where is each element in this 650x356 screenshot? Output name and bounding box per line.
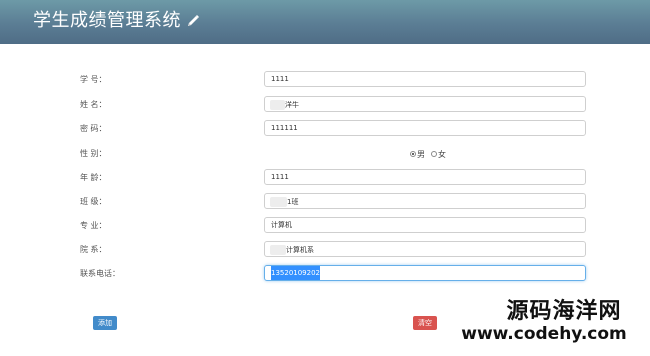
age-input[interactable] (264, 169, 586, 185)
age-label: 年 龄： (80, 173, 107, 182)
phone-label: 联系电话： (80, 269, 120, 278)
row-class: 班 级： 1班 (0, 193, 650, 211)
class-label: 班 级： (80, 197, 107, 206)
gender-label: 性 别： (80, 149, 107, 158)
student-id-label: 学 号： (80, 75, 107, 84)
gender-male-label: 男 (417, 149, 425, 159)
class-input[interactable]: 1班 (264, 193, 586, 209)
row-name: 姓 名： 洋牛 (0, 96, 650, 114)
row-department: 院 系： 计算机系 (0, 241, 650, 259)
major-label: 专 业： (80, 221, 107, 230)
name-input[interactable]: 洋牛 (264, 96, 586, 112)
row-student-id: 学 号： (0, 71, 650, 89)
name-label: 姓 名： (80, 100, 107, 109)
gender-female-label: 女 (438, 149, 446, 159)
row-age: 年 龄： (0, 169, 650, 187)
redacted-mark (270, 245, 286, 255)
watermark-url: www.codehy.com (461, 324, 627, 344)
radio-checked-icon (410, 151, 416, 157)
gender-radio-group: 男 女 (410, 145, 446, 163)
watermark-title: 源码海洋网 (506, 299, 622, 324)
row-password: 密 码： (0, 120, 650, 138)
add-button[interactable]: 添加 (93, 316, 117, 330)
redacted-mark (270, 197, 287, 207)
phone-input[interactable] (264, 265, 586, 281)
radio-unchecked-icon (431, 151, 437, 157)
redacted-mark (270, 100, 285, 110)
department-label: 院 系： (80, 245, 107, 254)
watermark: 源码海洋网 www.codehy.com (461, 299, 650, 345)
name-value: 洋牛 (285, 101, 299, 109)
clear-button[interactable]: 清空 (413, 316, 437, 330)
gender-male-radio[interactable]: 男 (410, 149, 425, 160)
major-input[interactable] (264, 217, 586, 233)
department-value: 计算机系 (286, 246, 314, 254)
row-gender: 性 别： 男 女 (0, 145, 650, 163)
row-major: 专 业： (0, 217, 650, 235)
department-input[interactable]: 计算机系 (264, 241, 586, 257)
gender-female-radio[interactable]: 女 (431, 149, 446, 160)
password-label: 密 码： (80, 124, 107, 133)
row-phone: 联系电话： (0, 265, 650, 283)
student-id-input[interactable] (264, 71, 586, 87)
password-input[interactable] (264, 120, 586, 136)
class-value: 1班 (287, 198, 299, 206)
